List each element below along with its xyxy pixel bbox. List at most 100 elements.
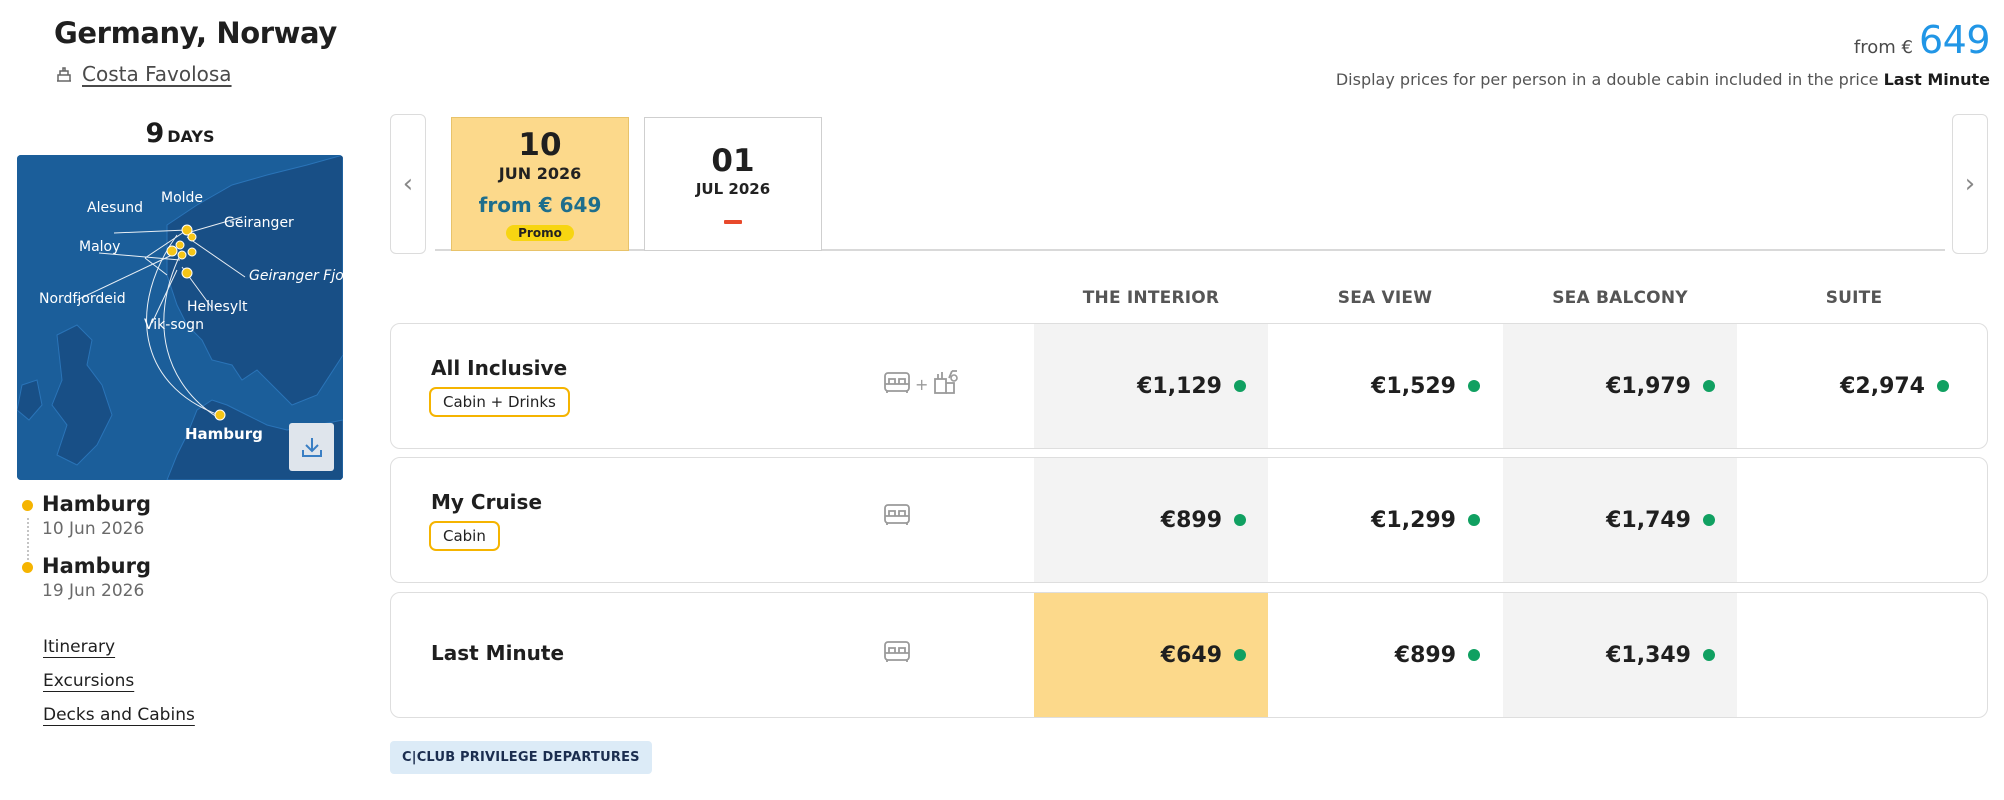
map-label-vik-sogn: Vik-sogn xyxy=(144,317,204,333)
fare-tag: Cabin + Drinks xyxy=(429,387,570,417)
availability-dot xyxy=(1703,514,1715,526)
date-option[interactable]: 01 JUL 2026 xyxy=(644,117,822,251)
price-cell-interior-selected[interactable]: €649 xyxy=(1034,593,1268,717)
download-map-button[interactable] xyxy=(289,423,334,471)
map-label-geiranger: Geiranger xyxy=(224,215,294,231)
date-day: 01 xyxy=(711,143,755,179)
price-display-note-text: Display prices for per person in a doubl… xyxy=(1335,70,1879,89)
timeline-dot xyxy=(22,562,33,573)
map-label-hellesylt: Hellesylt xyxy=(187,299,248,315)
availability-dot xyxy=(1234,380,1246,392)
fare-icons xyxy=(883,639,911,667)
from-price-label: from € xyxy=(1853,37,1913,58)
price-value: €1,749 xyxy=(1606,507,1691,533)
bed-icon xyxy=(883,502,911,530)
price-value: €2,974 xyxy=(1840,373,1925,399)
column-header-sea-view: SEA VIEW xyxy=(1337,288,1433,308)
timeline-city: Hamburg xyxy=(42,554,151,578)
price-cell-sea-view[interactable]: €899 xyxy=(1268,593,1502,717)
price-value: €1,129 xyxy=(1137,373,1222,399)
ship-icon xyxy=(54,64,74,84)
map-label-hamburg: Hamburg xyxy=(185,425,263,443)
price-display-note-bold: Last Minute xyxy=(1883,70,1990,89)
price-cell-sea-balcony[interactable]: €1,349 xyxy=(1503,593,1737,717)
from-price-amount: 649 xyxy=(1918,18,1991,62)
download-icon xyxy=(299,434,325,460)
fare-row-my-cruise: My Cruise Cabin €899 €1,299 €1,749 xyxy=(390,457,1988,583)
column-header-interior: THE INTERIOR xyxy=(1082,288,1220,308)
price-cell-sea-view[interactable]: €1,529 xyxy=(1268,324,1502,448)
timeline-date: 19 Jun 2026 xyxy=(42,581,145,601)
map-label-maloy: Maloy xyxy=(79,239,121,255)
fare-icons: + xyxy=(883,368,960,400)
price-cell-suite-empty xyxy=(1737,593,1971,717)
price-cell-suite[interactable]: €2,974 xyxy=(1737,324,1971,448)
club-privilege-badge[interactable]: C|CLUB PRIVILEGE DEPARTURES xyxy=(390,741,652,774)
drinks-icon xyxy=(932,368,960,400)
fare-name: My Cruise xyxy=(431,490,543,514)
availability-dot xyxy=(1468,514,1480,526)
fare-row-all-inclusive: All Inclusive Cabin + Drinks + €1,129 €1… xyxy=(390,323,1988,449)
fare-name: All Inclusive xyxy=(431,356,568,380)
price-cell-sea-view[interactable]: €1,299 xyxy=(1268,458,1502,582)
fare-row-last-minute: Last Minute €649 €899 €1,349 xyxy=(390,592,1988,718)
date-month-year: JUL 2026 xyxy=(695,180,771,198)
availability-dot xyxy=(1234,649,1246,661)
timeline-city: Hamburg xyxy=(42,492,151,516)
price-value: €899 xyxy=(1394,642,1456,668)
ship-link[interactable]: Costa Favolosa xyxy=(54,62,232,86)
availability-dot xyxy=(1468,649,1480,661)
promo-badge: Promo xyxy=(506,225,574,241)
fare-name: Last Minute xyxy=(431,641,565,665)
price-value: €649 xyxy=(1160,642,1222,668)
chevron-right-icon: › xyxy=(1964,169,1976,199)
side-links: Itinerary Excursions Decks and Cabins xyxy=(43,637,195,739)
column-header-sea-balcony: SEA BALCONY xyxy=(1552,288,1688,308)
map-label-molde: Molde xyxy=(161,190,204,206)
excursions-link[interactable]: Excursions xyxy=(43,671,195,691)
availability-dot xyxy=(1234,514,1246,526)
plus-sign: + xyxy=(915,374,929,394)
fare-icons xyxy=(883,502,911,530)
date-price: from € 649 xyxy=(478,193,602,217)
page-title: Germany, Norway xyxy=(54,16,337,50)
date-month-year: JUN 2026 xyxy=(498,164,582,183)
availability-dot xyxy=(1703,380,1715,392)
route-map[interactable]: Molde Alesund Geiranger Maloy Geiranger … xyxy=(17,155,343,480)
availability-dot xyxy=(1468,380,1480,392)
date-prev-button[interactable]: ‹ xyxy=(390,114,426,254)
timeline-stop: Hamburg 19 Jun 2026 xyxy=(22,554,151,616)
price-value: €1,979 xyxy=(1606,373,1691,399)
price-cell-sea-balcony[interactable]: €1,749 xyxy=(1503,458,1737,582)
price-value: €1,529 xyxy=(1371,373,1456,399)
price-cell-interior[interactable]: €899 xyxy=(1034,458,1268,582)
price-cell-suite-empty xyxy=(1737,458,1971,582)
duration-days-unit: DAYS xyxy=(167,127,215,146)
bed-icon xyxy=(883,370,911,398)
price-value: €1,299 xyxy=(1371,507,1456,533)
column-header-suite: SUITE xyxy=(1825,288,1883,308)
availability-dot xyxy=(1937,380,1949,392)
duration-days-number: 9 xyxy=(145,118,165,149)
price-cell-interior[interactable]: €1,129 xyxy=(1034,324,1268,448)
map-label-geiranger-fjord: Geiranger Fjord xyxy=(249,268,343,284)
price-cell-sea-balcony[interactable]: €1,979 xyxy=(1503,324,1737,448)
map-label-alesund: Alesund xyxy=(87,200,144,216)
ship-name[interactable]: Costa Favolosa xyxy=(82,62,232,86)
unavailable-indicator xyxy=(724,220,742,224)
itinerary-link[interactable]: Itinerary xyxy=(43,637,195,657)
date-day: 10 xyxy=(518,127,562,163)
price-value: €899 xyxy=(1160,507,1222,533)
date-option-selected[interactable]: 10 JUN 2026 from € 649 Promo xyxy=(451,117,629,251)
from-price: from € 649 xyxy=(1853,18,1991,62)
date-next-button[interactable]: › xyxy=(1952,114,1988,254)
decks-and-cabins-link[interactable]: Decks and Cabins xyxy=(43,705,195,725)
bed-icon xyxy=(883,639,911,667)
timeline-date: 10 Jun 2026 xyxy=(42,519,145,539)
availability-dot xyxy=(1703,649,1715,661)
duration: 9 DAYS xyxy=(17,118,343,149)
map-label-nordfjordeid: Nordfjordeid xyxy=(39,291,126,307)
itinerary-timeline: Hamburg 10 Jun 2026 Hamburg 19 Jun 2026 xyxy=(22,492,151,616)
timeline-stop: Hamburg 10 Jun 2026 xyxy=(22,492,151,554)
chevron-left-icon: ‹ xyxy=(402,169,414,199)
